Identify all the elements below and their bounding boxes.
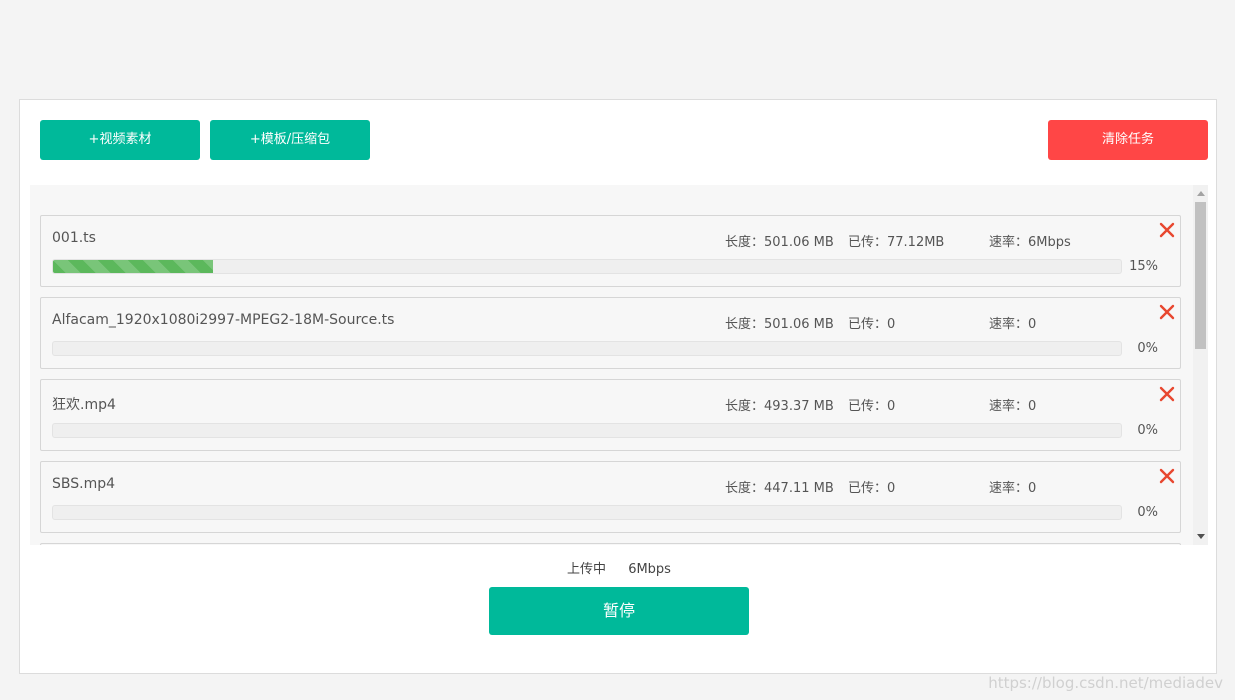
progress-bar (52, 505, 1122, 520)
task-item: 狂欢.mp4 长度：493.37 MB 已传：0 速率：0 0% (40, 379, 1181, 451)
task-file-name: SBS.mp4 (52, 476, 116, 492)
watermark-text: https://blog.csdn.net/mediadev (988, 674, 1223, 692)
close-icon[interactable] (1157, 302, 1177, 322)
task-rate: 速率：0 (989, 481, 1037, 496)
task-file-name: 狂欢.mp4 (52, 397, 116, 413)
vertical-scrollbar[interactable] (1193, 185, 1208, 545)
task-item: 001.ts 长度：501.06 MB 已传：77.12MB 速率：6Mbps … (40, 215, 1181, 287)
task-item: Alfacam_1920x1080i2997-MPEG2-18M-Source.… (40, 297, 1181, 369)
task-item-partial (40, 543, 1181, 545)
task-file-name: Alfacam_1920x1080i2997-MPEG2-18M-Source.… (52, 312, 395, 328)
progress-fill (53, 260, 214, 273)
task-rate: 速率：0 (989, 317, 1037, 332)
arrow-up-icon[interactable] (1197, 191, 1205, 196)
progress-percent: 0% (1137, 423, 1158, 438)
task-list: 001.ts 长度：501.06 MB 已传：77.12MB 速率：6Mbps … (40, 215, 1181, 545)
progress-bar (52, 341, 1122, 356)
task-size: 长度：501.06 MB (725, 317, 834, 332)
progress-percent: 0% (1137, 505, 1158, 520)
clear-tasks-button[interactable]: 清除任务 (1048, 120, 1208, 160)
scrollbar-thumb[interactable] (1195, 202, 1206, 349)
task-size: 长度：501.06 MB (725, 235, 834, 250)
upload-speed: 6Mbps (628, 562, 671, 577)
progress-bar (52, 259, 1122, 274)
upload-state: 上传中 (567, 562, 607, 577)
task-uploaded: 已传：0 (848, 399, 896, 414)
task-uploaded: 已传：0 (848, 317, 896, 332)
task-uploaded: 已传：0 (848, 481, 896, 496)
progress-bar (52, 423, 1122, 438)
close-icon[interactable] (1157, 466, 1177, 486)
add-template-button[interactable]: +模板/压缩包 (210, 120, 370, 160)
close-icon[interactable] (1157, 220, 1177, 240)
close-icon[interactable] (1157, 384, 1177, 404)
task-item: SBS.mp4 长度：447.11 MB 已传：0 速率：0 0% (40, 461, 1181, 533)
task-file-name: 001.ts (52, 230, 96, 246)
pause-button[interactable]: 暂停 (489, 587, 749, 635)
upload-status: 上传中 6Mbps (20, 558, 1218, 577)
add-video-button[interactable]: +视频素材 (40, 120, 200, 160)
task-rate: 速率：6Mbps (989, 235, 1071, 250)
progress-percent: 0% (1137, 341, 1158, 356)
task-uploaded: 已传：77.12MB (848, 235, 945, 250)
arrow-down-icon[interactable] (1197, 534, 1205, 539)
task-size: 长度：447.11 MB (725, 481, 834, 496)
progress-percent: 15% (1129, 259, 1158, 274)
task-size: 长度：493.37 MB (725, 399, 834, 414)
upload-panel: +视频素材 +模板/压缩包 清除任务 001.ts 长度：501.06 MB 已… (19, 99, 1217, 674)
task-rate: 速率：0 (989, 399, 1037, 414)
task-list-container: 001.ts 长度：501.06 MB 已传：77.12MB 速率：6Mbps … (30, 185, 1208, 545)
